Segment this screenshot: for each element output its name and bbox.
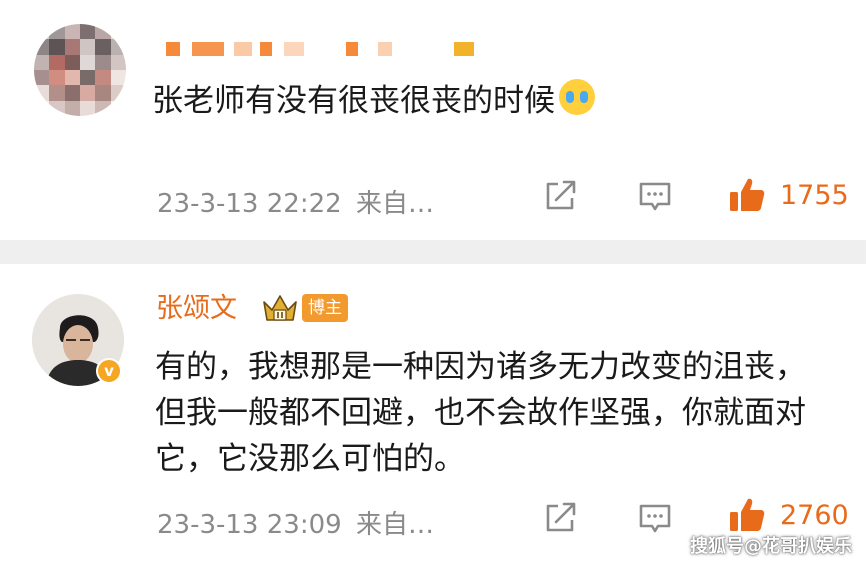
redaction-block [234,42,252,56]
thumbs-up-icon [730,178,765,211]
timestamp: 23-3-13 23:09 [157,510,342,540]
blurred-avatar-mosaic [34,24,126,116]
source-label[interactable]: 来自… [356,189,434,219]
crown-icon [263,295,297,321]
badge-label: 博主 [302,294,348,322]
redaction-block [346,42,358,56]
comment-text: 有的，我想那是一种因为诸多无力改变的沮丧，但我一般都不回避，也不会故作坚强，你就… [155,349,806,477]
comment-meta: 23-3-13 22:22 来自… [157,183,434,220]
comment-item: v 张颂文 博主 有的，我想那是一种因为诸多无力改变的沮丧，但我一般都不回避，也… [0,264,866,561]
comment-icon [639,182,671,211]
avatar[interactable] [34,24,126,116]
like-button[interactable]: 2760 [728,496,849,534]
like-button[interactable]: 1755 [728,176,849,214]
verified-icon: v [96,358,122,384]
blogger-badge[interactable]: 博主 [260,292,348,324]
comment-icon [639,504,671,533]
redacted-username[interactable] [152,34,492,68]
watermark: 搜狐号@花哥扒娱乐 [690,536,852,557]
source-label[interactable]: 来自… [356,510,434,540]
comment-body: 张老师有没有很丧很丧的时候 [152,83,555,119]
comment-divider [0,240,866,264]
comment-meta: 23-3-13 23:09 来自… [157,504,434,541]
like-count: 2760 [780,499,849,531]
comment-button[interactable] [638,180,672,214]
comment-text: 张老师有没有很丧很丧的时候 [152,78,595,124]
redaction-block [260,42,272,56]
timestamp: 23-3-13 22:22 [157,189,342,219]
redaction-block [454,42,474,56]
like-count: 1755 [780,179,849,211]
redaction-block [378,42,392,56]
redaction-block [166,42,180,56]
avatar[interactable]: v [32,294,124,386]
crying-face-emoji-icon [559,79,595,115]
redaction-block [284,42,304,56]
redaction-block [192,42,224,56]
repost-icon [546,180,576,210]
repost-icon [546,502,576,532]
thumbs-up-icon [730,498,765,531]
comment-item: 张老师有没有很丧很丧的时候 23-3-13 22:22 来自… 1755 [0,0,866,240]
comment-button[interactable] [638,502,672,536]
repost-button[interactable] [544,502,578,534]
username[interactable]: 张颂文 [156,292,237,326]
repost-button[interactable] [544,180,578,212]
